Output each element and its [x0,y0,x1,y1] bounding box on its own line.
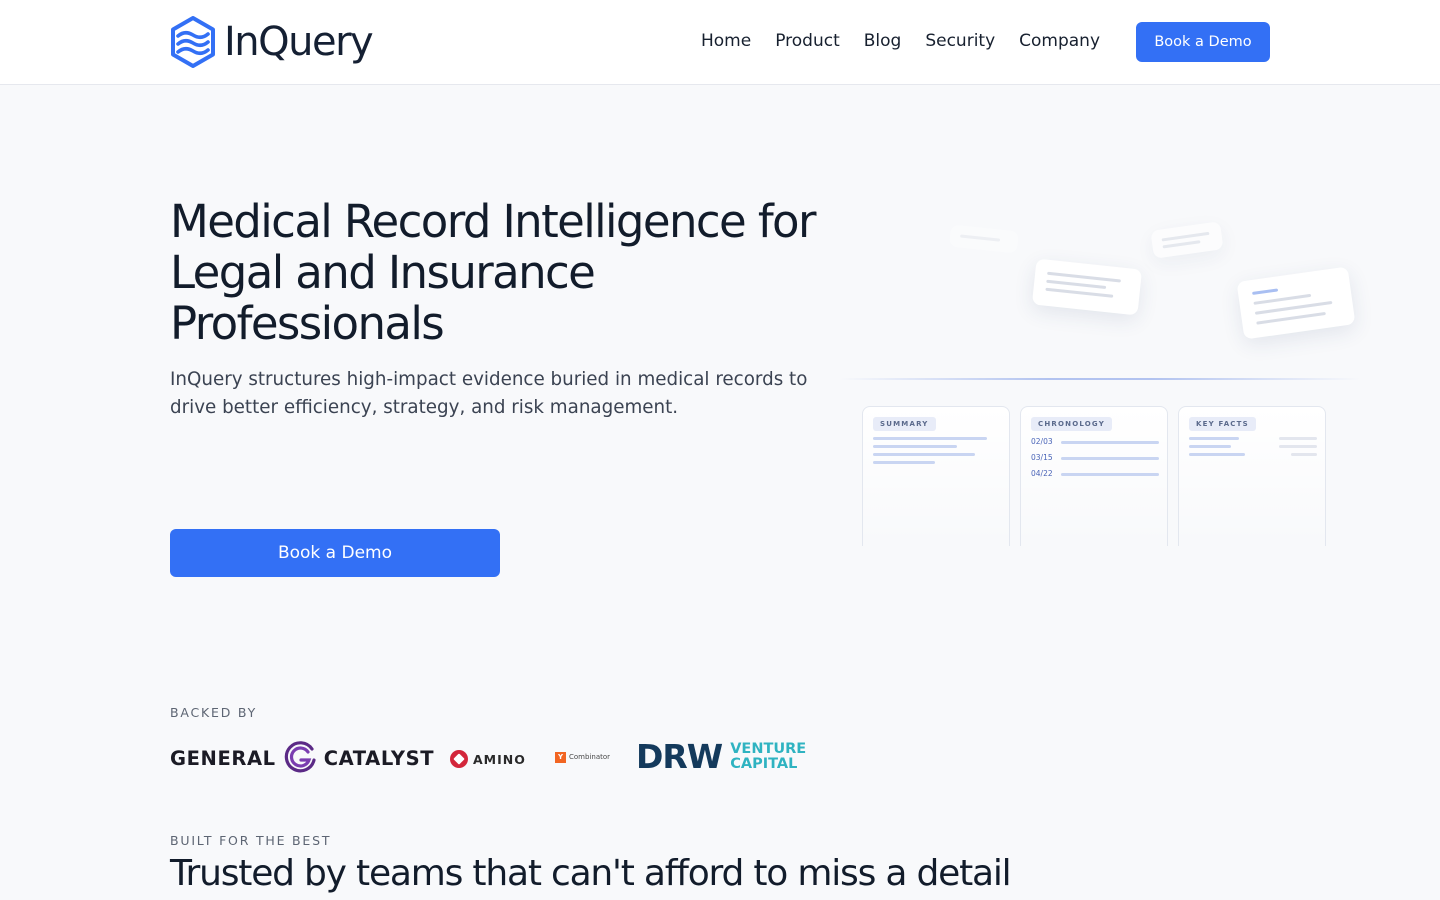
drw-mark: DRW [636,737,723,776]
gc-left-text: GENERAL [170,746,276,770]
floating-doc-card [949,224,1019,254]
nav-item-company[interactable]: Company [1019,30,1100,52]
chronology-panel: CHRONOLOGY 02/03 03/15 04/22 [1020,406,1168,546]
ycombinator-text: Combinator [569,753,611,761]
floating-doc-card [1236,266,1356,340]
nav-item-blog[interactable]: Blog [864,30,902,52]
chronology-date: 02/03 [1031,437,1053,446]
floating-doc-card [1031,258,1143,316]
illustration-divider [840,378,1360,380]
key-facts-panel: KEY FACTS [1178,406,1326,546]
product-illustration: SUMMARY CHRONOLOGY 02/03 03/15 04/22 KEY… [830,200,1390,560]
trusted-heading: Trusted by teams that can't afford to mi… [170,853,1012,894]
general-catalyst-logo: GENERAL CATALYST [170,740,434,776]
general-catalyst-mark-icon [284,741,316,773]
inquery-logo-icon [171,16,215,68]
chronology-date: 04/22 [1031,469,1053,478]
header-book-demo-button[interactable]: Book a Demo [1136,22,1270,62]
chronology-date: 03/15 [1031,453,1053,462]
amino-mark-icon [450,750,468,768]
main-nav: Home Product Blog Security Company [701,30,1100,52]
drw-vc-line2: CAPITAL [730,756,798,772]
hero-subtitle: InQuery structures high-impact evidence … [170,369,808,418]
amino-text: AMINO [473,751,526,767]
drw-vc-line1: VENTURE [730,741,807,757]
backed-by-eyebrow: BACKED BY [170,705,258,720]
panel-tag: SUMMARY [873,417,936,431]
nav-item-home[interactable]: Home [701,30,751,52]
nav-item-security[interactable]: Security [925,30,995,52]
summary-panel: SUMMARY [862,406,1010,546]
gc-right-text: CATALYST [323,746,435,770]
ycombinator-mark-icon: Y [555,751,566,763]
hero-title: Medical Record Intelligence for Legal an… [170,195,816,350]
floating-doc-card [1150,221,1224,259]
panel-tag: CHRONOLOGY [1031,417,1112,431]
ycombinator-logo: Y Combinator [555,751,610,763]
hero-book-demo-button[interactable]: Book a Demo [170,529,500,577]
drw-venture-capital-logo: DRW VENTURE CAPITAL [636,739,806,775]
drw-vc-text: VENTURE CAPITAL [730,742,806,772]
brand-logo[interactable]: InQuery [170,16,374,68]
amino-logo: AMINO [450,748,526,770]
panel-tag: KEY FACTS [1189,417,1256,431]
brand-name: InQuery [224,19,374,65]
built-for-best-eyebrow: BUILT FOR THE BEST [170,833,332,848]
nav-item-product[interactable]: Product [775,30,840,52]
site-header: InQuery Home Product Blog Security Compa… [0,0,1440,85]
